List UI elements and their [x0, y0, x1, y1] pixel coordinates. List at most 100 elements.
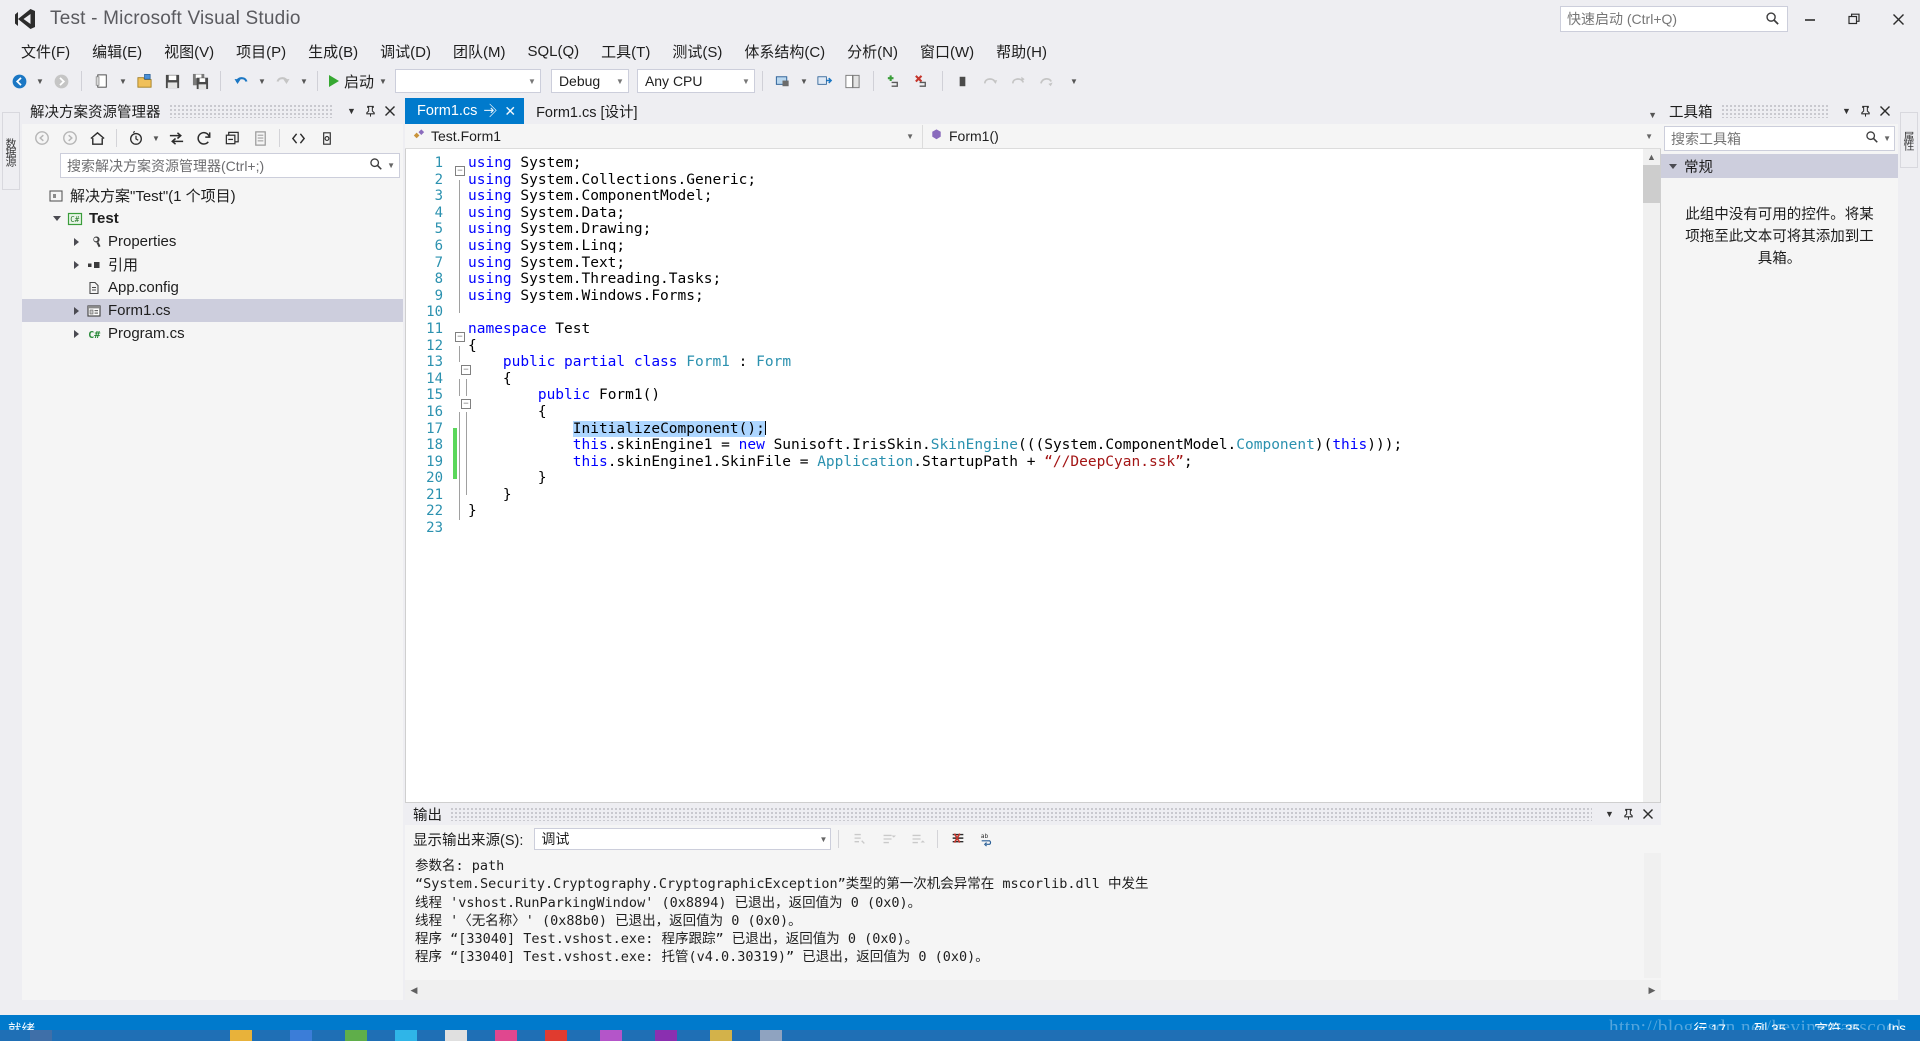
code-line[interactable]: 10 [406, 304, 1643, 321]
show-all-files-icon[interactable] [285, 126, 312, 150]
chevron-down-icon[interactable]: ▼ [342, 102, 361, 121]
menu-item-4[interactable]: 项目(P) [225, 39, 297, 64]
navigate-back-dropdown-icon[interactable]: ▼ [34, 68, 46, 94]
menu-item-14[interactable]: 帮助(H) [985, 39, 1058, 64]
code-line[interactable]: 2 using System.Collections.Generic; [406, 172, 1643, 197]
clear-all-icon[interactable] [945, 827, 971, 851]
chevron-down-icon[interactable]: ▼ [1648, 110, 1657, 120]
pin-icon[interactable] [1619, 805, 1638, 824]
code-line[interactable]: 14 { [406, 371, 1643, 396]
fold-collapse-icon[interactable]: − [455, 332, 465, 343]
code-line[interactable]: 12 { [406, 338, 1643, 363]
compare-icon[interactable] [840, 68, 866, 94]
collapse-all-icon[interactable] [219, 126, 246, 150]
code-line[interactable]: 7 using System.Text; [406, 255, 1643, 280]
attach-dropdown-icon[interactable]: ▼ [798, 68, 810, 94]
chevron-down-icon[interactable]: ▼ [1879, 134, 1891, 143]
chevron-right-icon[interactable] [68, 260, 84, 269]
code-line[interactable]: 11 − namespace Test [406, 321, 1643, 343]
undo-icon[interactable] [228, 68, 254, 94]
open-file-icon[interactable] [131, 68, 157, 94]
chevron-down-icon[interactable]: ▼ [1600, 805, 1619, 824]
menu-item-13[interactable]: 窗口(W) [909, 39, 985, 64]
menu-item-1[interactable]: 文件(F) [10, 39, 81, 64]
tree-item-2[interactable]: C# Test [22, 207, 403, 230]
home-icon[interactable] [84, 126, 111, 150]
preview-selected-items-icon[interactable] [313, 126, 340, 150]
code-line[interactable]: 8 using System.Threading.Tasks; [406, 271, 1643, 297]
menu-item-9[interactable]: 工具(T) [590, 39, 661, 64]
search-icon[interactable] [369, 157, 383, 175]
output-horizontal-scrollbar[interactable]: ◀ ▶ [405, 980, 1661, 1000]
stop-icon[interactable] [950, 68, 976, 94]
start-debug-button[interactable]: 启动 ▼ [325, 68, 393, 94]
toggle-word-wrap-icon[interactable]: ab [974, 827, 1000, 851]
fold-collapse-icon[interactable]: − [461, 365, 471, 376]
save-all-icon[interactable] [187, 68, 213, 94]
back-icon[interactable] [28, 126, 55, 150]
code-line[interactable]: 15 − public Form1() [406, 387, 1643, 409]
member-navigation-combo[interactable]: Form1() ▼ [923, 124, 1661, 148]
step-into-icon[interactable] [812, 68, 838, 94]
forward-icon[interactable] [56, 126, 83, 150]
tree-item-1[interactable]: 解决方案"Test"(1 个项目) [22, 184, 403, 207]
type-navigation-combo[interactable]: Test.Form1 ▼ [405, 124, 923, 148]
minimize-button[interactable] [1788, 4, 1832, 34]
undo-dropdown-icon[interactable]: ▼ [256, 68, 268, 94]
remove-item-icon[interactable] [909, 68, 935, 94]
scroll-up-icon[interactable]: ▲ [1643, 149, 1660, 165]
chevron-right-icon[interactable] [68, 306, 84, 315]
fold-collapse-icon[interactable]: − [455, 166, 465, 177]
search-icon[interactable] [1865, 130, 1879, 148]
code-line[interactable]: 5 using System.Drawing; [406, 221, 1643, 247]
maximize-restore-button[interactable] [1832, 4, 1876, 34]
code-line[interactable]: 17 InitializeComponent(); [406, 420, 1643, 446]
tree-item-4[interactable]: 引用 [22, 253, 403, 276]
close-icon[interactable] [380, 102, 399, 121]
chevron-right-icon[interactable] [68, 237, 84, 246]
pin-icon[interactable]: ⇲ [481, 101, 500, 120]
redo-icon[interactable] [270, 68, 296, 94]
code-line[interactable]: 18 this.skinEngine1 = new Sunisoft.IrisS… [406, 437, 1643, 462]
code-line[interactable]: 3 using System.ComponentModel; [406, 188, 1643, 214]
menu-item-3[interactable]: 视图(V) [153, 39, 225, 64]
chevron-down-icon[interactable]: ▼ [383, 161, 395, 170]
step-over-icon[interactable] [978, 68, 1004, 94]
code-line[interactable]: 13 − public partial class Form1 : Form [406, 354, 1643, 376]
output-text-area[interactable]: 参数名: path “System.Security.Cryptography.C… [405, 853, 1661, 978]
menu-item-10[interactable]: 测试(S) [661, 39, 733, 64]
sync-with-active-document-icon[interactable] [163, 126, 190, 150]
search-input[interactable] [67, 157, 370, 174]
scroll-left-icon[interactable]: ◀ [405, 985, 423, 996]
go-to-previous-message-icon[interactable] [875, 827, 901, 851]
solution-explorer-search[interactable]: ▼ [60, 153, 400, 178]
chevron-down-icon[interactable]: ▼ [150, 125, 162, 151]
startup-project-combo[interactable]: ▼ [394, 69, 541, 93]
menu-item-5[interactable]: 生成(B) [297, 39, 369, 64]
close-icon[interactable] [1875, 102, 1894, 121]
redo-dropdown-icon[interactable]: ▼ [298, 68, 310, 94]
chevron-down-icon[interactable]: ▼ [1837, 102, 1856, 121]
document-tab-2[interactable]: Form1.cs [设计] [524, 98, 646, 124]
toolbox-search[interactable]: ▼ [1664, 126, 1895, 151]
pin-icon[interactable] [1856, 102, 1875, 121]
code-line[interactable]: 20 } [406, 470, 1643, 496]
toolbox-group-general[interactable]: 常规 [1661, 154, 1898, 178]
tree-item-3[interactable]: Properties [22, 230, 403, 253]
find-message-icon[interactable] [846, 827, 872, 851]
close-button[interactable] [1876, 4, 1920, 34]
code-line[interactable]: 19 this.skinEngine1.SkinFile = Applicati… [406, 454, 1643, 479]
fold-collapse-icon[interactable]: − [461, 398, 471, 409]
menu-item-11[interactable]: 体系结构(C) [733, 39, 836, 64]
solution-platform-combo[interactable]: Any CPU ▼ [636, 69, 755, 93]
close-icon[interactable]: ✕ [504, 103, 516, 120]
horizontal-scroll-track[interactable] [423, 982, 1643, 998]
attach-to-process-icon[interactable] [770, 68, 796, 94]
menu-item-8[interactable]: SQL(Q) [516, 41, 590, 62]
quick-launch-box[interactable] [1560, 6, 1788, 32]
code-line[interactable]: 22} [406, 503, 1643, 520]
save-icon[interactable] [159, 68, 185, 94]
properties-window-icon[interactable] [247, 126, 274, 150]
document-tab-1[interactable]: Form1.cs ⇲ ✕ [405, 98, 525, 124]
go-to-next-message-icon[interactable] [904, 827, 930, 851]
